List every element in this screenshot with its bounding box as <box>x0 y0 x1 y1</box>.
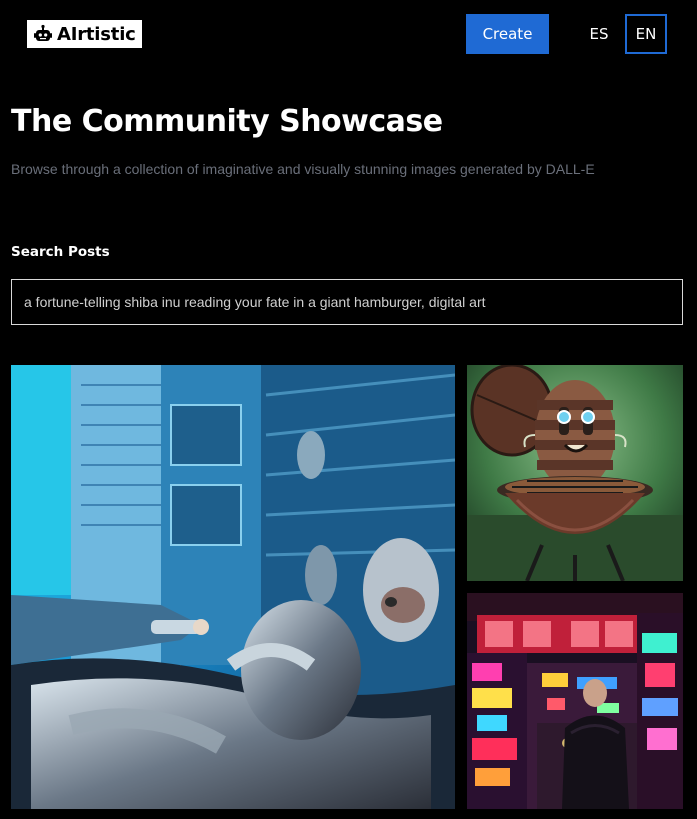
grill-egg-mascot-image <box>467 365 683 581</box>
language-es-button[interactable]: ES <box>578 14 620 54</box>
search-field[interactable] <box>11 279 683 325</box>
cyber-robot-image <box>11 365 455 809</box>
search-input[interactable] <box>24 294 670 310</box>
create-button[interactable]: Create <box>466 14 549 54</box>
gallery-card-1[interactable] <box>11 365 455 809</box>
page-title: The Community Showcase <box>11 104 443 139</box>
search-label: Search Posts <box>11 244 110 260</box>
page-subtitle: Browse through a collection of imaginati… <box>11 161 595 177</box>
logo-text: AIrtistic <box>57 23 136 45</box>
top-header: AIrtistic Create ES EN <box>0 0 697 68</box>
site-logo[interactable]: AIrtistic <box>27 20 142 48</box>
gallery-card-2[interactable] <box>467 365 683 581</box>
language-en-button[interactable]: EN <box>625 14 667 54</box>
robot-icon <box>34 24 52 41</box>
gallery-card-3[interactable] <box>467 593 683 809</box>
neon-street-image <box>467 593 683 809</box>
